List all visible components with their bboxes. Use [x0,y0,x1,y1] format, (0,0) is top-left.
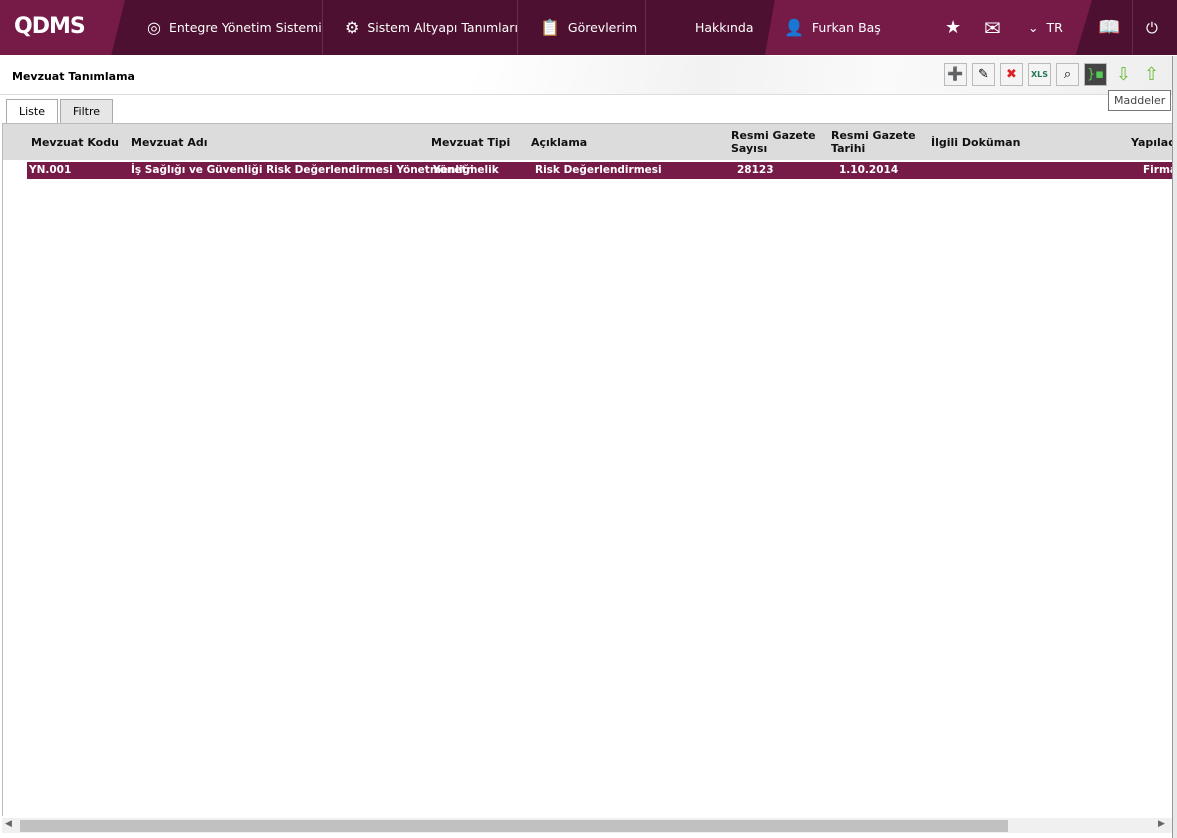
divider [322,0,323,55]
gear-icon: ⚙ [345,18,360,37]
q-logo-icon: ◎ [147,18,161,37]
move-down-arrow-icon[interactable]: ⇩ [1112,63,1135,86]
binoculars-search-icon[interactable]: ⌕ [1056,63,1079,86]
qdms-logo[interactable]: QDMS [14,14,86,39]
book-guide-icon[interactable]: 📖 [1098,0,1120,55]
user-name: Furkan Baş [811,20,881,35]
nav-label: Sistem Altyapı Tanımları [367,20,518,35]
cell-kod: YN.001 [29,164,72,176]
divider [645,0,646,55]
column-header[interactable]: Mevzuat Kodu [31,136,119,149]
tab-filtre[interactable]: Filtre [60,99,114,123]
nav-entegre-yonetim-sistemi[interactable]: ◎ Entegre Yönetim Sistemi [147,0,322,55]
nav-hakkinda[interactable]: Hakkında [695,0,754,55]
data-grid: Mevzuat Kodu Mevzuat Adı Mevzuat Tipi Aç… [2,123,1172,816]
export-xls-icon[interactable]: XLS [1028,63,1051,86]
grid-header: Mevzuat Kodu Mevzuat Adı Mevzuat Tipi Aç… [3,124,1172,160]
table-row[interactable]: YN.001 İş Sağlığı ve Güvenliği Risk Değe… [27,162,1172,179]
language-label: TR [1046,20,1063,35]
column-header[interactable]: Resmi Gazete Tarihi [831,129,921,155]
cell-sayi: 28123 [737,164,774,176]
edit-record-icon[interactable]: ✎ [972,63,995,86]
user-menu[interactable]: 👤 Furkan Baş [784,0,881,55]
power-icon[interactable]: ⏻ [1146,0,1158,55]
mail-icon[interactable]: ✉ [984,0,1001,55]
column-header[interactable]: Mevzuat Adı [131,136,207,149]
add-record-icon[interactable]: ➕ [944,63,967,86]
window-edge [1172,56,1177,838]
clipboard-icon: 📋 [540,18,560,37]
column-header[interactable]: Yapılac [1131,136,1172,149]
maddeler-icon[interactable]: }▪ [1084,63,1107,86]
tooltip: Maddeler [1108,90,1172,111]
chevron-down-icon: ⌄ [1028,20,1039,35]
cell-yapilacak: Firma [1143,164,1172,176]
scroll-right-arrow-icon[interactable]: ▶ [1158,819,1165,829]
divider [517,0,518,55]
nav-gorevlerim[interactable]: 📋 Görevlerim [540,0,637,55]
page-toolbar: Mevzuat Tanımlama ➕ ✎ ✖ XLS ⌕ }▪ ⇩ ⇧ [0,56,1177,95]
cell-tarih: 1.10.2014 [839,164,899,176]
language-selector[interactable]: ⌄ TR [1028,0,1063,55]
nav-sistem-altyapi-tanimlari[interactable]: ⚙ Sistem Altyapı Tanımları [345,0,518,55]
user-icon: 👤 [784,18,804,37]
horizontal-scrollbar[interactable]: ◀ ▶ [2,818,1172,833]
nav-label: Görevlerim [567,20,638,35]
divider [1132,0,1133,55]
nav-label: Hakkında [695,20,754,35]
page-title: Mevzuat Tanımlama [12,70,135,83]
column-header[interactable]: Resmi Gazete Sayısı [731,129,821,155]
tab-liste[interactable]: Liste [6,99,58,124]
favorites-star-icon[interactable]: ★ [945,0,961,55]
top-navigation-bar: QDMS ◎ Entegre Yönetim Sistemi ⚙ Sistem Al… [0,0,1177,55]
column-header[interactable]: Mevzuat Tipi [431,136,510,149]
delete-record-icon[interactable]: ✖ [1000,63,1023,86]
scroll-left-arrow-icon[interactable]: ◀ [5,819,12,829]
cell-ad: İş Sağlığı ve Güvenliği Risk Değerlendir… [131,164,474,176]
cell-tip: Yönetmelik [433,164,499,176]
move-up-arrow-icon[interactable]: ⇧ [1140,63,1163,86]
nav-label: Entegre Yönetim Sistemi [168,20,322,35]
column-header[interactable]: Açıklama [531,136,587,149]
cell-aciklama: Risk Değerlendirmesi [535,164,662,176]
scrollbar-thumb[interactable] [20,820,1008,832]
column-header[interactable]: İlgili Doküman [931,136,1020,149]
